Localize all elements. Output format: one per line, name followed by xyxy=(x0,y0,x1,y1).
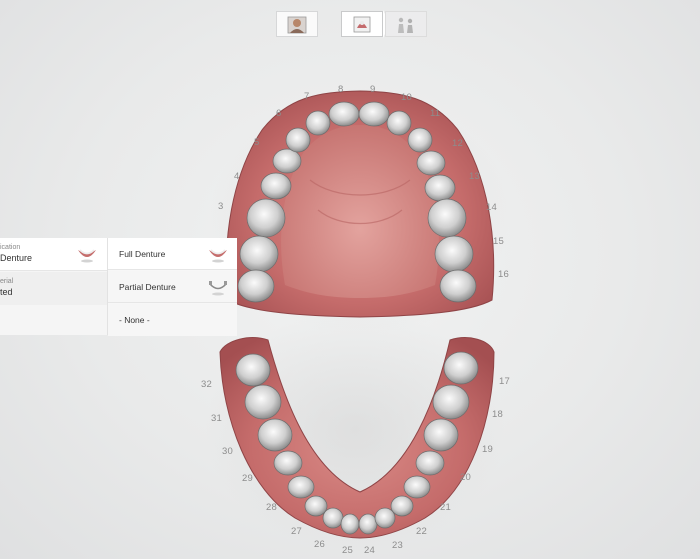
tooth-31[interactable] xyxy=(244,384,282,420)
indication-label: ication xyxy=(0,244,21,251)
tooth-21[interactable] xyxy=(403,475,431,499)
full-denture-icon xyxy=(78,249,96,263)
tooth-number: 16 xyxy=(498,269,509,280)
tooth-number: 28 xyxy=(266,502,277,513)
tooth-25[interactable] xyxy=(340,513,360,535)
tooth-9[interactable] xyxy=(358,101,390,127)
tooth-7[interactable] xyxy=(305,110,331,136)
tooth-number: 10 xyxy=(401,92,412,103)
option-label: Full Denture xyxy=(119,249,166,259)
tooth-22[interactable] xyxy=(390,495,414,517)
tooth-number: 24 xyxy=(364,545,375,556)
tooth-15[interactable] xyxy=(434,235,474,273)
tooth-number: 12 xyxy=(452,138,463,149)
option-partial-denture[interactable]: Partial Denture xyxy=(108,271,237,303)
tooth-30[interactable] xyxy=(257,418,293,452)
tooth-number: 30 xyxy=(222,446,233,457)
tooth-number: 32 xyxy=(201,379,212,390)
tooth-number: 7 xyxy=(304,91,310,102)
tooth-number: 14 xyxy=(486,202,497,213)
option-none[interactable]: - None - xyxy=(108,304,237,336)
tooth-18[interactable] xyxy=(432,384,470,420)
tooth-1[interactable] xyxy=(237,269,275,303)
tooth-number: 31 xyxy=(211,413,222,424)
tooth-23[interactable] xyxy=(374,507,396,529)
tooth-17[interactable] xyxy=(443,351,479,385)
properties-panel: ication Denture erial ted xyxy=(0,238,107,335)
material-row[interactable]: erial ted xyxy=(0,272,107,305)
tooth-number: 19 xyxy=(482,444,493,455)
tooth-number: 11 xyxy=(430,108,441,119)
tooth-number: 15 xyxy=(493,236,504,247)
tooth-4[interactable] xyxy=(260,172,292,200)
tooth-2[interactable] xyxy=(239,235,279,273)
tooth-number: 4 xyxy=(234,171,240,182)
option-label: - None - xyxy=(119,315,150,325)
tooth-5[interactable] xyxy=(272,148,302,174)
option-label: Partial Denture xyxy=(119,282,176,292)
tooth-number: 23 xyxy=(392,540,403,551)
tooth-11[interactable] xyxy=(407,127,433,153)
tooth-19[interactable] xyxy=(423,418,459,452)
tooth-number: 5 xyxy=(254,137,260,148)
indication-value: Denture xyxy=(0,253,33,263)
tooth-number: 29 xyxy=(242,473,253,484)
tooth-number: 25 xyxy=(342,545,353,556)
tooth-28[interactable] xyxy=(287,475,315,499)
tooth-number: 17 xyxy=(499,376,510,387)
tooth-16[interactable] xyxy=(439,269,477,303)
tooth-number: 22 xyxy=(416,526,427,537)
tooth-13[interactable] xyxy=(424,174,456,202)
tooth-number: 13 xyxy=(469,171,480,182)
tooth-number: 18 xyxy=(492,409,503,420)
tooth-number: 8 xyxy=(338,84,344,95)
tooth-3[interactable] xyxy=(246,198,286,238)
option-full-denture[interactable]: Full Denture xyxy=(108,238,237,270)
material-value: ted xyxy=(0,287,13,297)
full-denture-icon xyxy=(209,249,227,263)
tooth-number: 21 xyxy=(440,502,451,513)
partial-denture-icon xyxy=(209,281,227,296)
tooth-6[interactable] xyxy=(285,127,311,153)
tooth-26[interactable] xyxy=(322,507,344,529)
tooth-27[interactable] xyxy=(304,495,328,517)
indication-row[interactable]: ication Denture xyxy=(0,238,107,271)
tooth-number: 27 xyxy=(291,526,302,537)
tooth-29[interactable] xyxy=(273,450,303,476)
tooth-number: 6 xyxy=(276,108,282,119)
tooth-20[interactable] xyxy=(415,450,445,476)
tooth-12[interactable] xyxy=(416,150,446,176)
tooth-number: 9 xyxy=(370,84,376,95)
tooth-24[interactable] xyxy=(358,513,378,535)
tooth-8[interactable] xyxy=(328,101,360,127)
tooth-10[interactable] xyxy=(386,110,412,136)
material-label: erial xyxy=(0,278,14,285)
tooth-32[interactable] xyxy=(235,353,271,387)
tooth-number: 20 xyxy=(460,472,471,483)
tooth-number: 3 xyxy=(218,201,224,212)
denture-type-dropdown: Full Denture Partial Denture - None - xyxy=(107,238,237,336)
tooth-number: 26 xyxy=(314,539,325,550)
tooth-14[interactable] xyxy=(427,198,467,238)
